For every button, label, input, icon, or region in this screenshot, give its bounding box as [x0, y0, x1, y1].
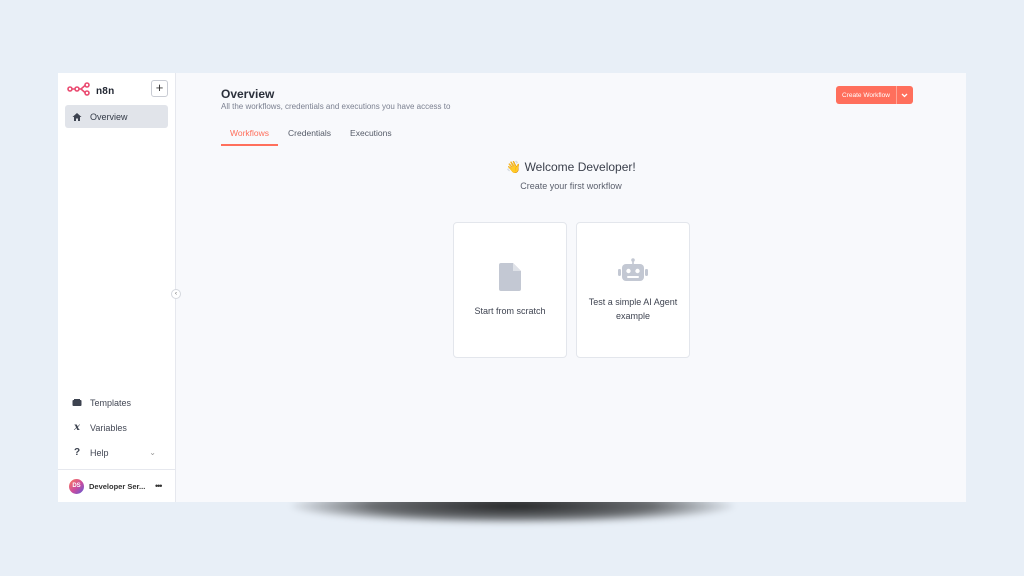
wave-icon: 👋 — [506, 160, 522, 174]
file-icon — [499, 262, 521, 296]
chevron-down-icon: ⌄ — [149, 448, 156, 457]
create-workflow-group: Create Workflow — [836, 86, 913, 104]
welcome-heading: 👋 Welcome Developer! — [176, 160, 966, 174]
sidebar-item-templates[interactable]: Templates — [65, 391, 168, 414]
tab-credentials[interactable]: Credentials — [279, 128, 340, 146]
create-workflow-button[interactable]: Create Workflow — [836, 86, 896, 104]
sidebar-item-label: Help — [90, 447, 109, 458]
n8n-logo-icon — [67, 82, 91, 101]
user-menu[interactable]: DS Developer Ser... ••• — [58, 469, 176, 502]
user-name: Developer Ser... — [89, 481, 146, 491]
tab-bar: Workflows Credentials Executions — [221, 128, 402, 146]
variables-icon: x — [74, 422, 80, 433]
chevron-down-icon — [901, 93, 908, 97]
sidebar-item-label: Variables — [90, 422, 127, 433]
help-icon: ? — [73, 447, 81, 458]
sidebar: n8n + Overview Templates x Variables ? H… — [58, 73, 176, 502]
templates-icon — [72, 398, 82, 408]
app-window: n8n + Overview Templates x Variables ? H… — [58, 73, 966, 502]
main-content: Overview All the workflows, credentials … — [176, 73, 966, 502]
page-subtitle: All the workflows, credentials and execu… — [221, 102, 451, 111]
sidebar-item-variables[interactable]: x Variables — [65, 416, 168, 439]
sidebar-item-help[interactable]: ? Help ⌄ — [65, 441, 168, 464]
page-title: Overview — [221, 87, 275, 101]
robot-icon — [618, 257, 648, 287]
tab-workflows[interactable]: Workflows — [221, 128, 279, 146]
welcome-text: Welcome Developer! — [524, 160, 636, 174]
sidebar-item-overview[interactable]: Overview — [65, 105, 168, 128]
collapse-sidebar-button[interactable]: ‹ — [171, 289, 181, 299]
sidebar-item-label: Templates — [90, 397, 132, 408]
welcome-subtitle: Create your first workflow — [520, 181, 622, 191]
brand-name: n8n — [96, 86, 115, 97]
card-label: Test a simple AI Agent example — [588, 296, 678, 321]
start-from-scratch-card[interactable]: Start from scratch — [453, 222, 567, 358]
create-options-button[interactable] — [895, 86, 913, 104]
ai-agent-example-card[interactable]: Test a simple AI Agent example — [576, 222, 690, 358]
sidebar-item-label: Overview — [90, 111, 128, 122]
brand[interactable]: n8n — [67, 82, 114, 101]
home-icon — [72, 112, 82, 122]
card-label: Start from scratch — [474, 305, 546, 316]
tab-executions[interactable]: Executions — [341, 128, 401, 146]
add-button[interactable]: + — [151, 80, 168, 97]
more-icon[interactable]: ••• — [155, 481, 163, 491]
avatar: DS — [69, 478, 84, 494]
